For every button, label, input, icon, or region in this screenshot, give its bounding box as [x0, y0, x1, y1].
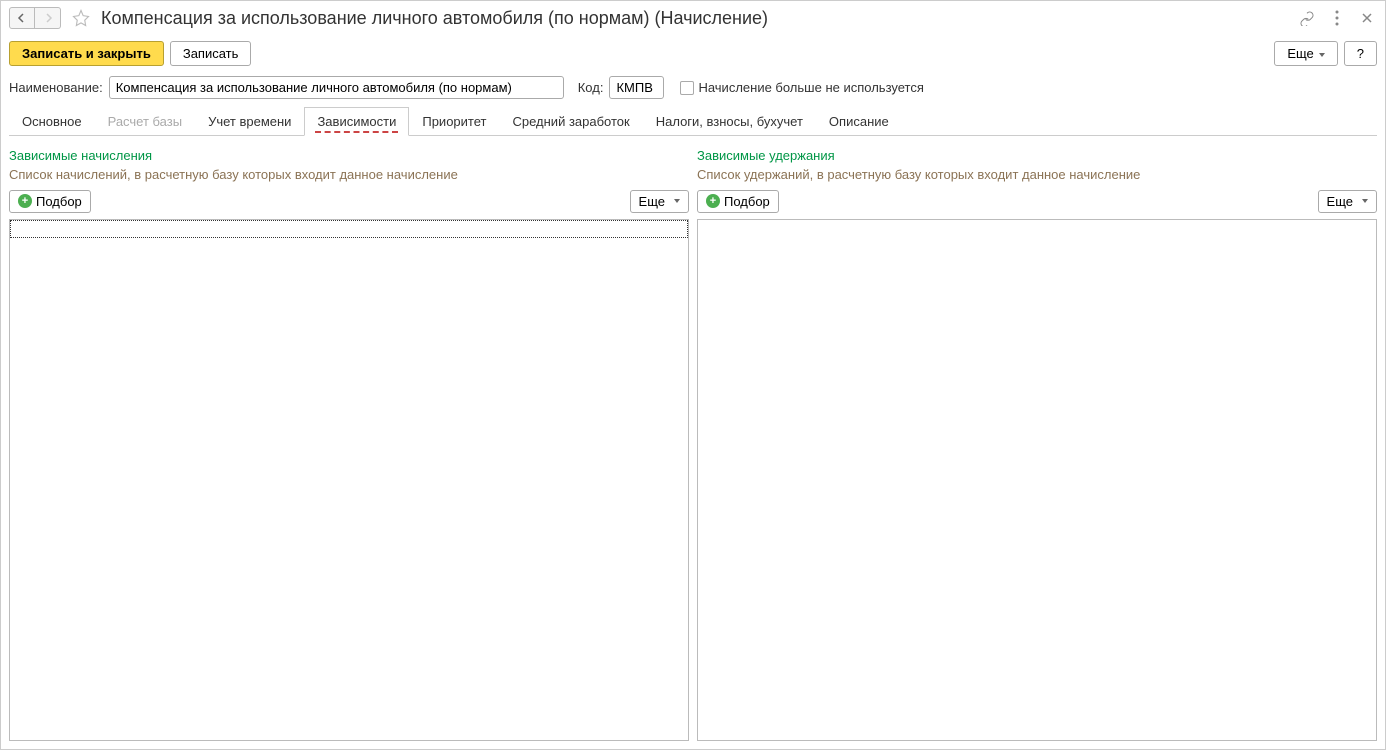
toolbar-right: Еще ?: [1274, 41, 1377, 66]
left-panel-desc: Список начислений, в расчетную базу кото…: [9, 167, 689, 190]
right-panel: Зависимые удержания Список удержаний, в …: [697, 144, 1377, 741]
dots-vertical-icon: [1335, 10, 1339, 26]
content: Зависимые начисления Список начислений, …: [1, 136, 1385, 749]
close-icon: [1361, 12, 1373, 24]
right-panel-title: Зависимые удержания: [697, 144, 1377, 167]
menu-button[interactable]: [1327, 8, 1347, 28]
unused-checkbox[interactable]: [680, 81, 694, 95]
code-input[interactable]: [609, 76, 664, 99]
tab-dependencies[interactable]: Зависимости: [304, 107, 409, 136]
tab-taxes[interactable]: Налоги, взносы, бухучет: [643, 107, 816, 135]
left-more-button[interactable]: Еще: [630, 190, 689, 213]
titlebar-actions: [1297, 8, 1377, 28]
plus-icon: +: [18, 194, 32, 208]
forward-button[interactable]: [35, 7, 61, 29]
nav-buttons: [9, 7, 61, 29]
more-button[interactable]: Еще: [1274, 41, 1337, 66]
form-row: Наименование: Код: Начисление больше не …: [1, 72, 1385, 107]
tab-priority[interactable]: Приоритет: [409, 107, 499, 135]
unused-label-text: Начисление больше не используется: [698, 80, 923, 95]
list-row[interactable]: [10, 220, 688, 238]
code-label: Код:: [578, 80, 604, 95]
right-select-button[interactable]: + Подбор: [697, 190, 779, 213]
app-window: Компенсация за использование личного авт…: [0, 0, 1386, 750]
titlebar: Компенсация за использование личного авт…: [1, 1, 1385, 35]
left-select-button[interactable]: + Подбор: [9, 190, 91, 213]
left-list[interactable]: [9, 219, 689, 741]
right-list[interactable]: [697, 219, 1377, 741]
left-panel-title: Зависимые начисления: [9, 144, 689, 167]
arrow-right-icon: [42, 12, 54, 24]
link-icon: [1299, 10, 1315, 26]
save-close-button[interactable]: Записать и закрыть: [9, 41, 164, 66]
right-panel-toolbar: + Подбор Еще: [697, 190, 1377, 219]
main-toolbar: Записать и закрыть Записать Еще ?: [1, 35, 1385, 72]
tab-description[interactable]: Описание: [816, 107, 902, 135]
link-button[interactable]: [1297, 8, 1317, 28]
window-title: Компенсация за использование личного авт…: [101, 8, 768, 29]
unused-checkbox-label[interactable]: Начисление больше не используется: [680, 80, 923, 95]
arrow-left-icon: [16, 12, 28, 24]
right-more-button[interactable]: Еще: [1318, 190, 1377, 213]
tab-underline: [315, 131, 398, 133]
close-button[interactable]: [1357, 8, 1377, 28]
tabs: Основное Расчет базы Учет времени Зависи…: [9, 107, 1377, 136]
right-panel-desc: Список удержаний, в расчетную базу котор…: [697, 167, 1377, 190]
star-icon: [72, 9, 90, 27]
favorite-button[interactable]: [71, 8, 91, 28]
tab-base-calc[interactable]: Расчет базы: [95, 107, 196, 135]
tab-main[interactable]: Основное: [9, 107, 95, 135]
name-input[interactable]: [109, 76, 564, 99]
save-button[interactable]: Записать: [170, 41, 252, 66]
plus-icon: +: [706, 194, 720, 208]
name-label: Наименование:: [9, 80, 103, 95]
left-panel: Зависимые начисления Список начислений, …: [9, 144, 689, 741]
tab-time[interactable]: Учет времени: [195, 107, 304, 135]
back-button[interactable]: [9, 7, 35, 29]
left-panel-toolbar: + Подбор Еще: [9, 190, 689, 219]
tab-average[interactable]: Средний заработок: [499, 107, 642, 135]
help-button[interactable]: ?: [1344, 41, 1377, 66]
